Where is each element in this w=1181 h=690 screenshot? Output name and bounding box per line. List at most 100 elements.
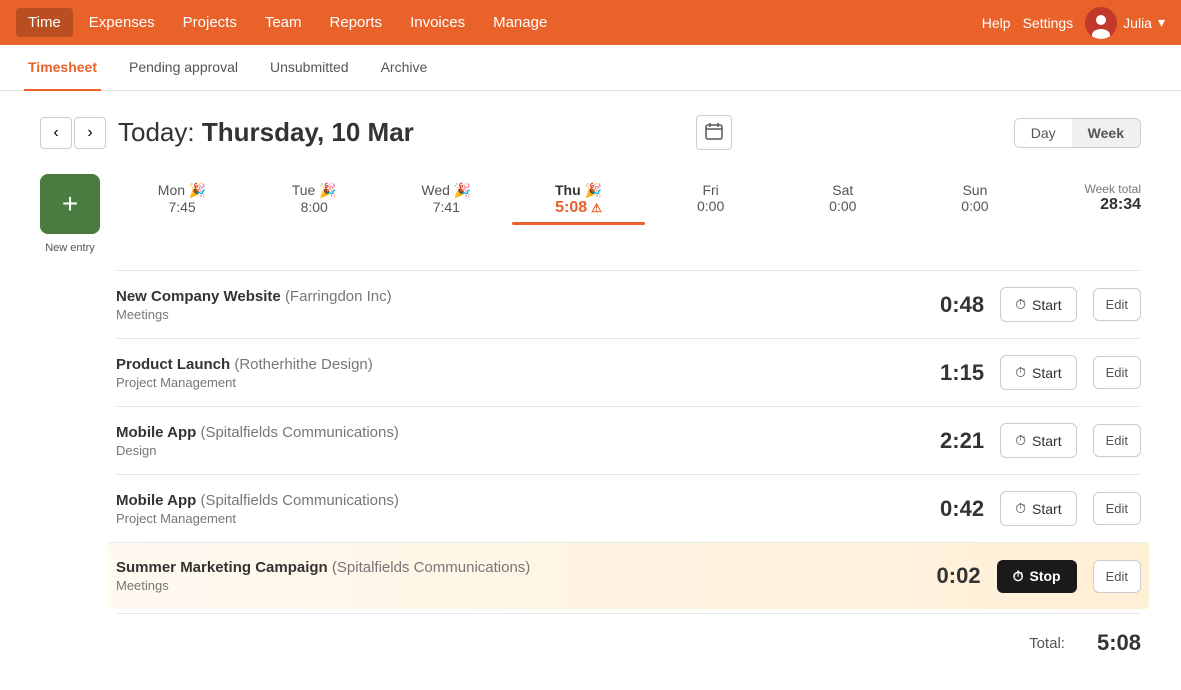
entry-duration: 0:02 — [911, 563, 981, 589]
nav-projects[interactable]: Projects — [171, 8, 249, 37]
total-row: Total: 5:08 — [116, 613, 1141, 656]
entry-task: Project Management — [116, 375, 898, 390]
start-button[interactable]: ⏱ Start — [1000, 355, 1077, 390]
day-col-3[interactable]: Thu 🎉 5:08⚠ — [512, 174, 644, 225]
tab-pending-approval[interactable]: Pending approval — [125, 45, 242, 91]
current-date-title: Today: Thursday, 10 Mar — [118, 117, 414, 148]
entry-project-name: Mobile App — [116, 424, 196, 441]
chevron-down-icon: ▾ — [1158, 14, 1165, 31]
day-time: 5:08⚠ — [555, 199, 602, 217]
new-entry-label: New entry — [45, 242, 95, 254]
entry-duration: 2:21 — [914, 428, 984, 454]
entry-row: Mobile App (Spitalfields Communications)… — [116, 406, 1141, 474]
calendar-button[interactable] — [696, 115, 732, 150]
prev-date-button[interactable]: ‹ — [40, 117, 72, 149]
nav-time[interactable]: Time — [16, 8, 73, 37]
entry-task: Meetings — [116, 578, 895, 593]
day-col-6[interactable]: Sun 0:00 — [909, 174, 1041, 225]
alert-icon: ⚠ — [591, 201, 602, 215]
avatar — [1085, 7, 1117, 39]
entry-client: (Spitalfields Communications) — [200, 492, 398, 509]
view-toggle: Day Week — [1014, 118, 1141, 148]
day-col-4[interactable]: Fri 0:00 — [645, 174, 777, 225]
entry-row: Product Launch (Rotherhithe Design) Proj… — [116, 338, 1141, 406]
day-col-1[interactable]: Tue 🎉 8:00 — [248, 174, 380, 225]
day-label: Mon 🎉 — [158, 182, 207, 199]
week-total-label: Week total — [1041, 182, 1141, 196]
day-col-2[interactable]: Wed 🎉 7:41 — [380, 174, 512, 225]
edit-button[interactable]: Edit — [1093, 424, 1141, 457]
start-button[interactable]: ⏱ Start — [1000, 491, 1077, 526]
week-total: Week total 28:34 — [1041, 174, 1141, 222]
nav-manage[interactable]: Manage — [481, 8, 559, 37]
new-entry-button[interactable]: + — [40, 174, 100, 234]
entry-info: New Company Website (Farringdon Inc) Mee… — [116, 288, 898, 322]
user-name: Julia — [1123, 15, 1152, 31]
main-content: ‹ › Today: Thursday, 10 Mar Day Week + N… — [0, 91, 1181, 680]
day-time: 7:45 — [168, 199, 195, 215]
next-date-button[interactable]: › — [74, 117, 106, 149]
date-navigation: ‹ › Today: Thursday, 10 Mar Day Week — [40, 115, 1141, 150]
day-label: Sun — [962, 182, 987, 198]
edit-button[interactable]: Edit — [1093, 288, 1141, 321]
entries-container: New Company Website (Farringdon Inc) Mee… — [116, 270, 1141, 656]
entry-info: Summer Marketing Campaign (Spitalfields … — [116, 559, 895, 593]
start-button[interactable]: ⏱ Start — [1000, 423, 1077, 458]
entry-project: New Company Website (Farringdon Inc) — [116, 288, 898, 305]
entry-project-name: Mobile App — [116, 492, 196, 509]
day-label: Fri — [702, 182, 718, 198]
stop-button[interactable]: ⏱ Stop — [997, 560, 1077, 593]
entry-info: Product Launch (Rotherhithe Design) Proj… — [116, 356, 898, 390]
nav-expenses[interactable]: Expenses — [77, 8, 167, 37]
days-container: Mon 🎉 7:45 Tue 🎉 8:00 Wed 🎉 7:41 Thu 🎉 5… — [116, 174, 1041, 225]
settings-link[interactable]: Settings — [1023, 15, 1074, 31]
tab-archive[interactable]: Archive — [377, 45, 432, 91]
entry-client: (Farringdon Inc) — [285, 288, 392, 305]
day-col-0[interactable]: Mon 🎉 7:45 — [116, 174, 248, 225]
total-label: Total: — [1029, 635, 1065, 652]
nav-left: Time Expenses Projects Team Reports Invo… — [16, 8, 982, 37]
nav-team[interactable]: Team — [253, 8, 314, 37]
entry-duration: 0:42 — [914, 496, 984, 522]
today-label: Today: — [118, 117, 195, 147]
entry-task: Design — [116, 443, 898, 458]
edit-button[interactable]: Edit — [1093, 560, 1141, 593]
entry-project: Mobile App (Spitalfields Communications) — [116, 424, 898, 441]
day-label: Thu 🎉 — [555, 182, 602, 199]
entry-client: (Spitalfields Communications) — [332, 559, 530, 576]
day-time: 0:00 — [697, 198, 724, 214]
clock-icon: ⏱ — [1015, 364, 1026, 381]
help-link[interactable]: Help — [982, 15, 1011, 31]
day-time: 0:00 — [829, 198, 856, 214]
week-view-button[interactable]: Week — [1072, 119, 1140, 147]
calendar-icon — [705, 122, 723, 140]
nav-invoices[interactable]: Invoices — [398, 8, 477, 37]
day-label: Sat — [832, 182, 853, 198]
entry-task: Project Management — [116, 511, 898, 526]
plus-icon: + — [62, 190, 78, 218]
date-value: Thursday, 10 Mar — [202, 117, 414, 147]
nav-reports[interactable]: Reports — [318, 8, 395, 37]
entry-project: Product Launch (Rotherhithe Design) — [116, 356, 898, 373]
entry-client: (Spitalfields Communications) — [200, 424, 398, 441]
sub-navigation: Timesheet Pending approval Unsubmitted A… — [0, 45, 1181, 91]
nav-right: Help Settings Julia ▾ — [982, 7, 1165, 39]
entry-project-name: Summer Marketing Campaign — [116, 559, 328, 576]
start-button[interactable]: ⏱ Start — [1000, 287, 1077, 322]
entry-client: (Rotherhithe Design) — [234, 356, 372, 373]
day-time: 0:00 — [961, 198, 988, 214]
stop-icon: ⏱ — [1013, 568, 1024, 585]
clock-icon: ⏱ — [1015, 500, 1026, 517]
total-value: 5:08 — [1097, 630, 1141, 656]
tab-timesheet[interactable]: Timesheet — [24, 45, 101, 91]
day-col-5[interactable]: Sat 0:00 — [777, 174, 909, 225]
edit-button[interactable]: Edit — [1093, 356, 1141, 389]
day-time: 7:41 — [433, 199, 460, 215]
edit-button[interactable]: Edit — [1093, 492, 1141, 525]
day-label: Wed 🎉 — [421, 182, 471, 199]
entry-row: Mobile App (Spitalfields Communications)… — [116, 474, 1141, 542]
day-view-button[interactable]: Day — [1015, 119, 1072, 147]
user-menu[interactable]: Julia ▾ — [1085, 7, 1165, 39]
entry-project: Mobile App (Spitalfields Communications) — [116, 492, 898, 509]
tab-unsubmitted[interactable]: Unsubmitted — [266, 45, 353, 91]
